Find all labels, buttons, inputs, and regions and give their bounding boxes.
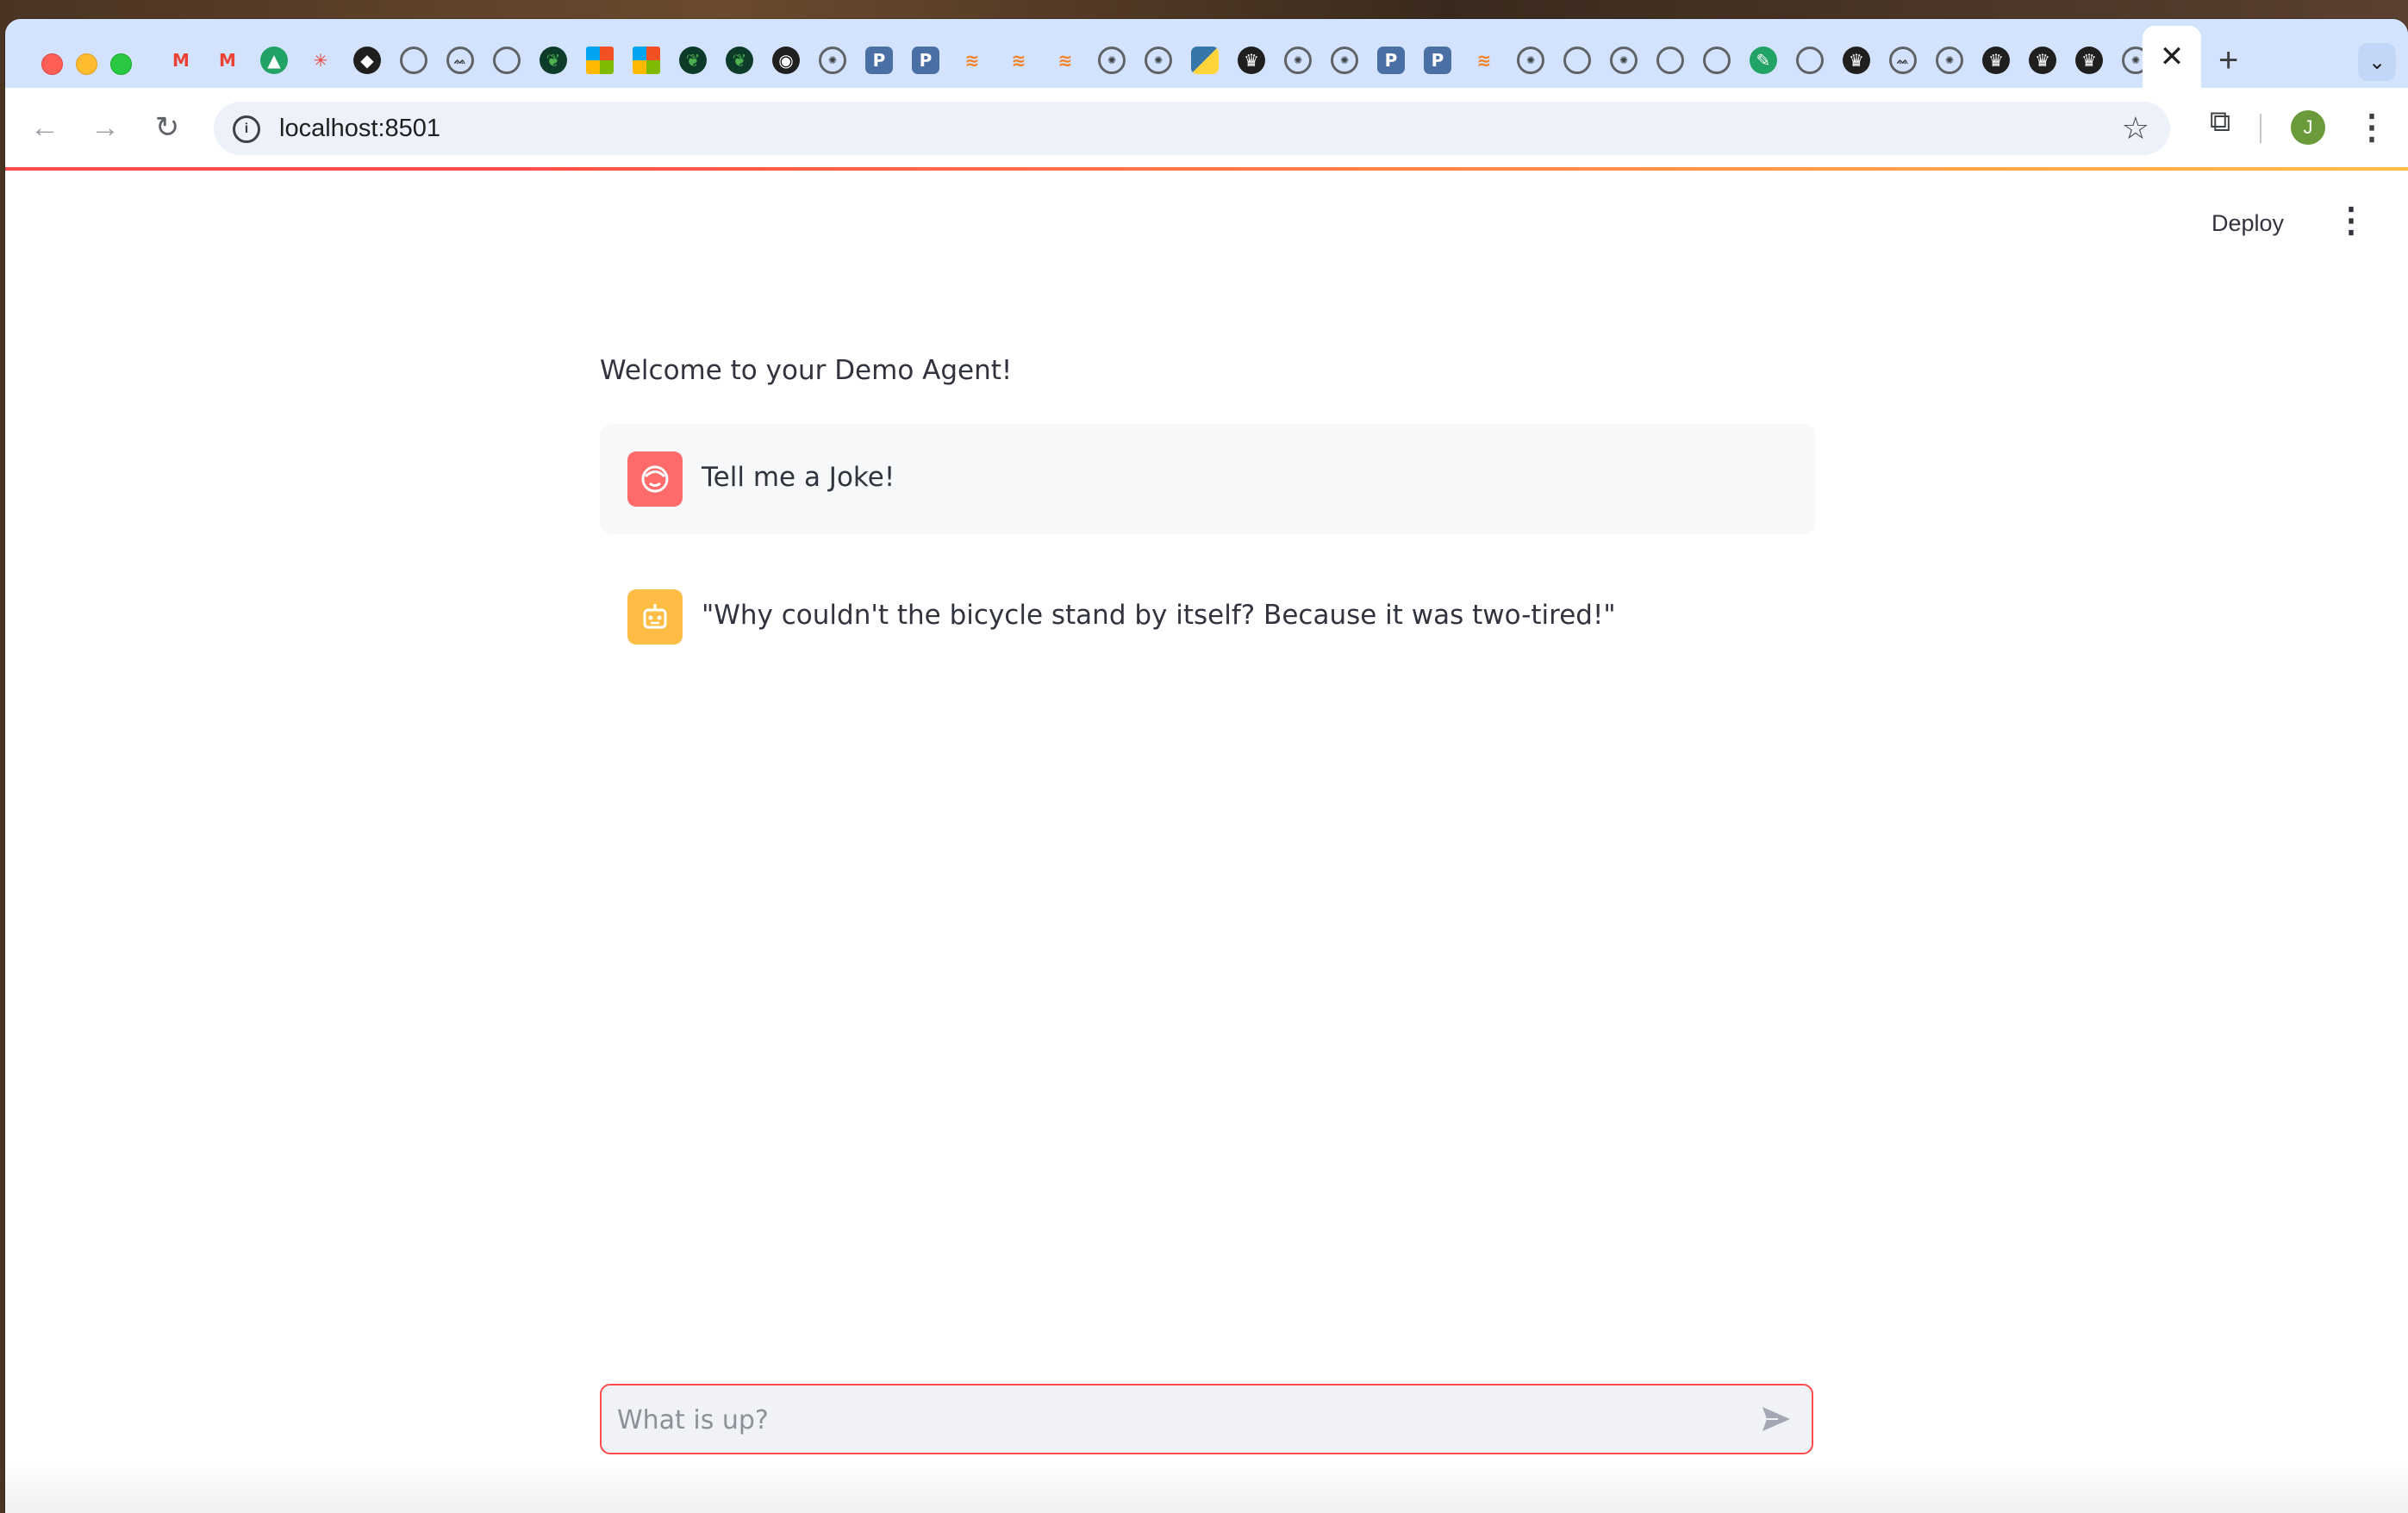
chevron-down-icon: ⌄ [2367, 50, 2386, 74]
globe-icon[interactable] [400, 47, 427, 74]
cat-icon[interactable]: ᨐ [446, 47, 474, 74]
chat-message-user: Tell me a Joke! [600, 424, 1815, 534]
crown-icon[interactable]: ♛ [1982, 47, 2010, 74]
tab-strip: M M ▲ ✳ ◆ ᨐ ❦ ❦ ❦ ◉ ✺ P P ≋ ≋ ≋ ✺ ✺ ♛ ✺ ✺ P P ≋ ✺ ✺ ✎ ♛ ᨐ ✺ ♛ ♛ ♛ ✺ ✕ + ⌄ [5, 19, 2408, 88]
address-bar[interactable]: i localhost:8501 ☆ [214, 102, 2170, 155]
main-menu-icon[interactable]: ⋮ [2334, 203, 2368, 238]
browser-menu-icon[interactable]: ⋮ [2355, 103, 2389, 152]
cat-icon[interactable]: ᨐ [1889, 47, 1917, 74]
openai-icon[interactable]: ✺ [819, 47, 846, 74]
reload-button[interactable]: ↻ [148, 109, 186, 146]
pinned-tabs: M M ▲ ✳ ◆ ᨐ ❦ ❦ ❦ ◉ ✺ P P ≋ ≋ ≋ ✺ ✺ ♛ ✺ ✺ P P ≋ ✺ ✺ ✎ ♛ ᨐ ✺ ♛ ♛ ♛ ✺ [167, 43, 2149, 78]
globe-icon[interactable] [1563, 47, 1591, 74]
send-button[interactable] [1756, 1399, 1796, 1439]
p-icon[interactable]: P [1377, 47, 1405, 74]
chat-message-text: Tell me a Joke! [702, 462, 895, 493]
drive-icon[interactable]: ▲ [260, 47, 288, 74]
mongodb-icon[interactable]: ❦ [726, 47, 753, 74]
cube-icon[interactable]: ◆ [353, 47, 381, 74]
url-text[interactable]: localhost:8501 [279, 115, 440, 143]
stackoverflow-icon[interactable]: ≋ [958, 47, 986, 74]
arrow-left-icon: ← [30, 110, 59, 144]
site-info-icon[interactable]: i [233, 115, 260, 143]
new-tab-button[interactable]: + [2218, 43, 2238, 78]
microsoft-icon[interactable] [633, 47, 660, 74]
openai-icon[interactable]: ✺ [1517, 47, 1544, 74]
microsoft-icon[interactable] [586, 47, 614, 74]
p-icon[interactable]: P [1424, 47, 1451, 74]
tab-close-icon[interactable]: ✕ [2160, 40, 2185, 74]
active-tab[interactable]: ✕ [2143, 26, 2201, 88]
reload-icon: ↻ [154, 111, 180, 144]
openai-icon[interactable]: ✺ [1936, 47, 1963, 74]
browser-window: M M ▲ ✳ ◆ ᨐ ❦ ❦ ❦ ◉ ✺ P P ≋ ≋ ≋ ✺ ✺ ♛ ✺ ✺ P P ≋ ✺ ✺ ✎ ♛ ᨐ ✺ ♛ ♛ ♛ ✺ ✕ + ⌄… [5, 19, 2408, 1513]
globe-icon[interactable] [1796, 47, 1824, 74]
p-icon[interactable]: P [912, 47, 939, 74]
chat-message-assistant: "Why couldn't the bicycle stand by itsel… [600, 562, 1815, 672]
openai-icon[interactable]: ✺ [1145, 47, 1172, 74]
openai-icon[interactable]: ✺ [1331, 47, 1358, 74]
browser-toolbar: ← → ↻ i localhost:8501 ☆ ⧉ J ⋮ [5, 88, 2408, 167]
white-box-icon[interactable] [493, 47, 521, 74]
stackoverflow-icon[interactable]: ≋ [1005, 47, 1032, 74]
back-button[interactable]: ← [26, 109, 64, 146]
bookmark-star-icon[interactable]: ☆ [2122, 110, 2149, 146]
openai-icon[interactable]: ✺ [1284, 47, 1312, 74]
chat-input[interactable] [615, 1385, 1739, 1454]
streamlit-page: Deploy ⋮ Welcome to your Demo Agent! Tel… [5, 167, 2408, 1513]
crown-icon[interactable]: ♛ [2075, 47, 2103, 74]
user-avatar-icon [627, 451, 683, 507]
asterisk-icon[interactable]: ✳ [307, 47, 334, 74]
header-decoration-bar [5, 167, 2408, 171]
crown-icon[interactable]: ♛ [1238, 47, 1265, 74]
welcome-text: Welcome to your Demo Agent! [600, 355, 1013, 386]
github-icon[interactable]: ◉ [772, 47, 800, 74]
gmail-icon[interactable]: M [167, 47, 195, 74]
gmail-icon[interactable]: M [214, 47, 241, 74]
globe-icon[interactable] [1656, 47, 1684, 74]
chat-message-text: "Why couldn't the bicycle stand by itsel… [702, 600, 1616, 631]
python-icon[interactable] [1191, 47, 1219, 74]
tab-search-button[interactable]: ⌄ [2358, 43, 2396, 81]
extensions-icon[interactable]: ⧉ [2201, 105, 2239, 143]
window-maximize-button[interactable] [110, 53, 132, 75]
window-minimize-button[interactable] [76, 53, 97, 75]
deploy-button[interactable]: Deploy [2211, 210, 2284, 237]
bottom-fade [5, 1461, 2408, 1513]
forward-button[interactable]: → [86, 109, 124, 146]
window-close-button[interactable] [41, 53, 63, 75]
toolbar-divider [2260, 114, 2261, 143]
mongodb-icon[interactable]: ❦ [540, 47, 567, 74]
crown-icon[interactable]: ♛ [2029, 47, 2056, 74]
mongodb-icon[interactable]: ❦ [679, 47, 707, 74]
arrow-right-icon: → [90, 110, 120, 144]
openai-icon[interactable]: ✺ [1098, 47, 1126, 74]
robot-avatar-icon [627, 589, 683, 644]
send-icon [1762, 1407, 1790, 1431]
profile-avatar[interactable]: J [2291, 110, 2325, 145]
stackoverflow-icon[interactable]: ≋ [1051, 47, 1079, 74]
p-icon[interactable]: P [865, 47, 893, 74]
stackoverflow-icon[interactable]: ≋ [1470, 47, 1498, 74]
globe-icon[interactable] [1703, 47, 1731, 74]
crown-icon[interactable]: ♛ [1843, 47, 1870, 74]
openai-icon[interactable]: ✺ [1610, 47, 1638, 74]
feather-icon[interactable]: ✎ [1750, 47, 1777, 74]
chat-input-container [600, 1384, 1813, 1454]
